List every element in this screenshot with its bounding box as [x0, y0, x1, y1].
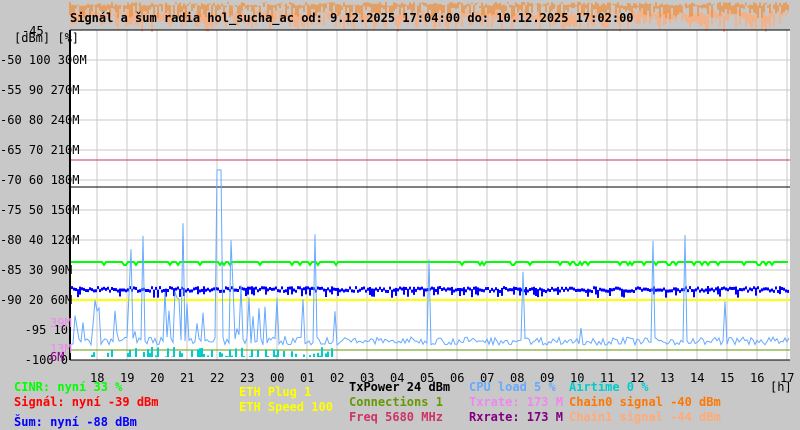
x-axis-label: 15: [720, 371, 735, 385]
legend-chain0: Chain0 signal -40 dBm: [569, 395, 721, 409]
y-label-39m: 39M: [50, 316, 72, 330]
x-axis-label: 01: [300, 371, 315, 385]
x-axis-label: 16: [750, 371, 765, 385]
legend-txpower: TxPower 24 dBm: [349, 380, 451, 394]
legend-freq: Freq 5680 MHz: [349, 410, 443, 424]
graph-canvas: [69, 2, 790, 361]
y-axis-label: -60 80 240M: [0, 113, 80, 127]
x-axis-label: 20: [150, 371, 165, 385]
legend-airtime: Airtime 0 %: [569, 380, 649, 394]
x-axis-label: 00: [270, 371, 285, 385]
legend-chain1: Chain1 signal -44 dBm: [569, 410, 721, 424]
y-axis-label: -50 100 300M: [0, 53, 87, 67]
x-axis-label: 06: [450, 371, 465, 385]
graph-title: Signál a šum radia hol_sucha_ac od: 9.12…: [70, 11, 634, 25]
y-axis-label: -55 90 270M: [0, 83, 80, 97]
legend-rxrate: Rxrate: 173 M: [469, 410, 563, 424]
legend-signal: Signál: nyní -39 dBm: [14, 395, 159, 409]
x-unit: [h]: [770, 380, 792, 394]
x-axis-label: 14: [690, 371, 705, 385]
x-axis-label: 13: [660, 371, 675, 385]
y-axis-label: -70 60 180M: [0, 173, 80, 187]
y-axis-units: [dBm] [%]: [14, 31, 80, 45]
legend-noise: Šum: nyní -88 dBm: [14, 415, 137, 429]
y-axis-label: -65 70 210M: [0, 143, 80, 157]
x-axis-label: 22: [210, 371, 225, 385]
legend-cpu: CPU load 5 %: [469, 380, 556, 394]
y-axis-label: -85 30 90M: [0, 263, 73, 277]
x-axis-label: 21: [180, 371, 195, 385]
legend-eth-plug: ETH Plug 1: [239, 385, 312, 399]
legend-connections: Connections 1: [349, 395, 443, 409]
y-label-6m: 6M: [50, 350, 65, 364]
x-axis-label: 02: [330, 371, 345, 385]
x-axis-label: 23: [240, 371, 255, 385]
y-axis-label: -75 50 150M: [0, 203, 80, 217]
y-axis-label: -90 20 60M: [0, 293, 73, 307]
legend-txrate: Txrate: 173 M: [469, 395, 563, 409]
legend-cinr: CINR: nyní 33 %: [14, 380, 123, 394]
signal-noise-graph: Signál a šum radia hol_sucha_ac od: 9.12…: [0, 0, 800, 430]
y-axis-label: -80 40 120M: [0, 233, 80, 247]
legend-eth-speed: ETH Speed 100: [239, 400, 333, 414]
